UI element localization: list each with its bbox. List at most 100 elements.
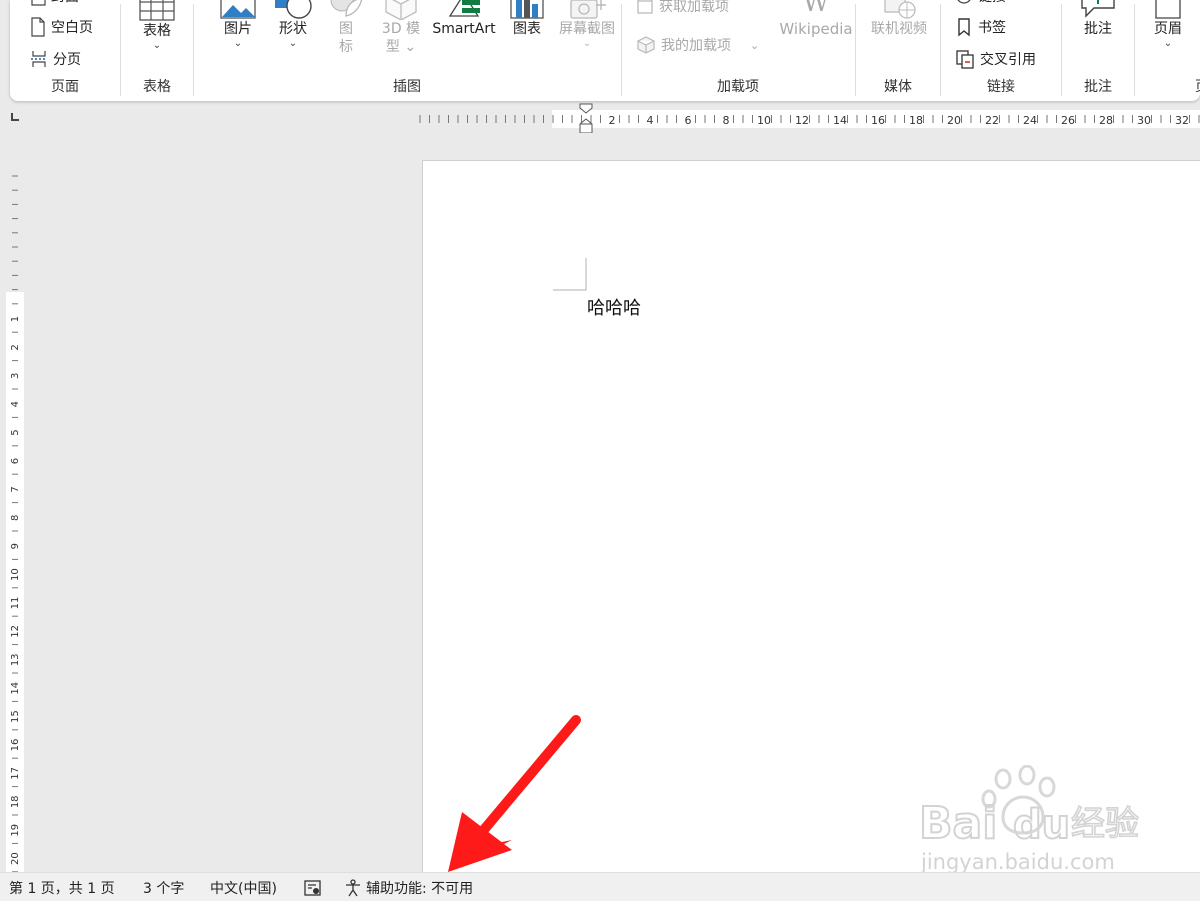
online-video-label: 联机视频 [871, 21, 927, 37]
watermark-brand-2: du [1013, 802, 1070, 848]
ruler-number: 11 [10, 597, 21, 610]
ruler-number: 8 [10, 515, 21, 521]
get-addins-button[interactable]: 获取加载项 [636, 0, 729, 16]
ruler-number: 14 [10, 682, 21, 695]
ruler-number: 18 [909, 114, 923, 127]
icons-label-2: 标 [339, 39, 353, 55]
online-video-icon [884, 0, 916, 19]
blank-page-icon [31, 17, 45, 37]
ruler-number: 19 [10, 824, 21, 837]
shapes-label: 形状 [279, 21, 307, 37]
ruler-number: 20 [10, 852, 21, 865]
links-group: 链接 书签 交叉引用 链接 [941, 0, 1061, 101]
ruler-number: 16 [10, 739, 21, 752]
page-number-indicator[interactable]: 第 1 页，共 1 页 [9, 878, 115, 898]
ruler-number: 12 [795, 114, 809, 127]
links-group-label: 链接 [987, 79, 1015, 95]
document-body-text[interactable]: 哈哈哈 [587, 294, 641, 320]
ruler-number: 14 [833, 114, 847, 127]
watermark-brand-cn: 经验 [1071, 804, 1139, 844]
screenshot-label: 屏幕截图 [559, 21, 615, 37]
picture-label: 图片 [224, 21, 252, 37]
cross-reference-button[interactable]: 交叉引用 [955, 49, 1036, 69]
illustrations-group: 图片 ⌄ 形状 ⌄ 图 标 3D 模 型 ⌄ SmartArt 图表 屏幕截图 … [194, 0, 620, 101]
horizontal-ruler[interactable]: 2 4 6 8 10 12 14 16 18 20 22 24 26 28 30 32 [34, 103, 1200, 133]
ruler-number: 15 [10, 710, 21, 723]
ruler-number: 12 [10, 625, 21, 638]
annotation-arrow [448, 715, 581, 872]
bookmark-button[interactable]: 书签 [955, 17, 1006, 37]
cover-page-label: 封面 [51, 0, 79, 6]
picture-button[interactable]: 图片 ⌄ [210, 0, 266, 50]
wikipedia-button[interactable]: W Wikipedia [776, 0, 856, 38]
get-addins-label: 获取加载项 [659, 0, 729, 15]
ruler-number: 30 [1137, 114, 1151, 127]
ruler-number: 10 [10, 568, 21, 581]
table-icon [139, 0, 175, 21]
table-label: 表格 [143, 23, 171, 39]
media-group: 联机视频 媒体 [856, 0, 940, 101]
chart-icon [510, 0, 544, 19]
tab-stop-selector[interactable] [10, 112, 20, 122]
watermark-brand: Bai [919, 798, 997, 849]
my-addins-label: 我的加载项 [661, 38, 731, 54]
icons-button[interactable]: 图 标 [322, 0, 370, 56]
smartart-label: SmartArt [432, 21, 496, 37]
ruler-number: 26 [1061, 114, 1075, 127]
tables-group-label: 表格 [143, 79, 171, 95]
my-addins-button[interactable]: 我的加载项 ⌄ [636, 35, 759, 55]
ruler-number: 4 [10, 401, 21, 407]
smartart-button[interactable]: SmartArt [430, 0, 498, 38]
wikipedia-label: Wikipedia [779, 20, 853, 38]
comment-icon [1081, 0, 1115, 18]
chevron-down-icon: ⌄ [233, 38, 243, 49]
vertical-ruler[interactable]: 1234567891011121314151617181920 [4, 136, 26, 872]
page-break-button[interactable]: 分页 [30, 49, 81, 69]
bookmark-label: 书签 [978, 20, 1006, 36]
status-bar: 第 1 页，共 1 页 3 个字 中文(中国) 辅助功能: 不可用 [0, 872, 1200, 901]
cover-page-button[interactable]: 封面 [30, 0, 79, 6]
comments-group-label: 批注 [1084, 79, 1112, 95]
ruler-number: 7 [10, 486, 21, 492]
blank-page-button[interactable]: 空白页 [30, 17, 93, 37]
ruler-number: 20 [947, 114, 961, 127]
3d-models-button[interactable]: 3D 模 型 ⌄ [372, 0, 430, 56]
accessibility-icon [346, 879, 360, 897]
3d-models-label-2: 型 ⌄ [385, 39, 417, 55]
table-button[interactable]: 表格 ⌄ [135, 0, 179, 52]
header-icon [1155, 0, 1181, 19]
link-button[interactable]: 链接 [955, 0, 1006, 6]
shapes-icon [275, 0, 312, 19]
ruler-number: 6 [10, 458, 21, 464]
3d-models-label-1: 3D 模 [381, 21, 421, 37]
shapes-button[interactable]: 形状 ⌄ [266, 0, 320, 50]
ruler-number: 18 [10, 795, 21, 808]
macro-recording-icon[interactable] [303, 879, 323, 897]
header-button[interactable]: 页眉 ⌄ [1147, 0, 1189, 50]
pages-group: 封面 空白页 分页 页面 [10, 0, 120, 101]
ruler-number: 28 [1099, 114, 1113, 127]
ruler-number: 9 [10, 543, 21, 549]
ruler-number: 2 [10, 344, 21, 350]
language-indicator[interactable]: 中文(中国) [210, 878, 277, 898]
page-break-icon [31, 51, 47, 67]
tables-group: 表格 ⌄ 表格 [121, 0, 193, 101]
word-count[interactable]: 3 个字 [143, 878, 184, 898]
ruler-number: 32 [1175, 114, 1189, 127]
ruler-number: 17 [10, 767, 21, 780]
store-icon [637, 0, 653, 14]
ruler-number: 2 [609, 114, 616, 127]
chevron-down-icon: ⌄ [152, 40, 162, 51]
wikipedia-icon: W [802, 0, 830, 18]
screenshot-button[interactable]: 屏幕截图 ⌄ [554, 0, 620, 50]
link-icon [957, 0, 971, 4]
online-video-button[interactable]: 联机视频 [864, 0, 934, 38]
ruler-number: 4 [647, 114, 654, 127]
new-comment-button[interactable]: 批注 [1072, 0, 1124, 38]
header-footer-group: 页眉 ⌄ 页 [1135, 0, 1200, 101]
chart-button[interactable]: 图表 [502, 0, 552, 38]
cover-page-icon [31, 0, 46, 6]
ruler-number: 3 [10, 373, 21, 379]
page-break-label: 分页 [53, 52, 81, 68]
ruler-number: 5 [10, 429, 21, 435]
